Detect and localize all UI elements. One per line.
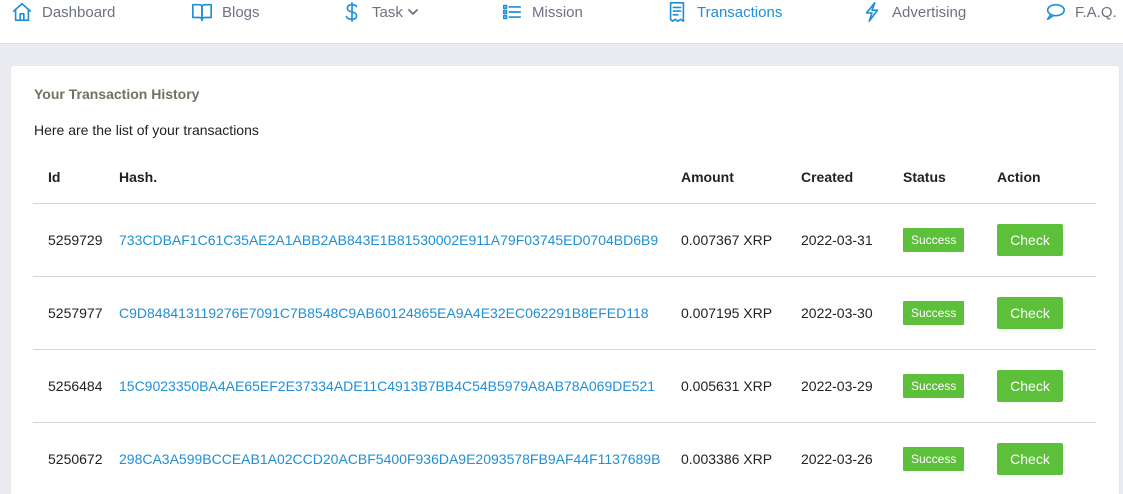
table-row: 5259729 733CDBAF1C61C35AE2A1ABB2AB843E1B… — [33, 203, 1096, 277]
nav-label-dashboard: Dashboard — [42, 3, 116, 21]
table-row: 5257977 C9D848413119276E7091C7B8548C9AB6… — [33, 276, 1096, 350]
nav-label-faq: F.A.Q. — [1075, 3, 1117, 21]
nav-label-transactions: Transactions — [697, 3, 783, 21]
nav-label-advertising: Advertising — [892, 3, 967, 21]
nav-label-blogs: Blogs — [222, 3, 260, 21]
dollar-icon — [340, 0, 364, 24]
nav-item-transactions[interactable]: Transactions — [665, 0, 782, 24]
chat-icon — [1043, 0, 1067, 24]
cell-amount: 0.007367 XRP — [681, 203, 801, 277]
list-icon — [500, 0, 524, 24]
header-amount: Amount — [681, 152, 801, 204]
cell-created: 2022-03-26 — [801, 422, 903, 494]
header-status: Status — [903, 152, 997, 204]
table-row: 5256484 15C9023350BA4AE65EF2E37334ADE11C… — [33, 349, 1096, 423]
check-button[interactable]: Check — [997, 223, 1063, 256]
header-hash: Hash. — [119, 152, 681, 204]
cell-created: 2022-03-30 — [801, 276, 903, 350]
receipt-icon — [665, 0, 689, 24]
transaction-history-card: Your Transaction History Here are the li… — [11, 66, 1119, 494]
status-badge: Success — [903, 300, 965, 325]
check-button[interactable]: Check — [997, 442, 1063, 475]
cell-amount: 0.003386 XRP — [681, 422, 801, 494]
status-badge: Success — [903, 227, 965, 252]
check-button[interactable]: Check — [997, 296, 1063, 329]
nav-item-blogs[interactable]: Blogs — [190, 0, 260, 24]
header-action: Action — [997, 152, 1096, 204]
nav-item-faq[interactable]: F.A.Q. — [1043, 0, 1117, 24]
cell-created: 2022-03-29 — [801, 349, 903, 423]
status-badge: Success — [903, 446, 965, 471]
nav-label-task: Task — [372, 3, 403, 21]
cell-id: 5259729 — [33, 203, 119, 277]
hash-link[interactable]: 733CDBAF1C61C35AE2A1ABB2AB843E1B81530002… — [119, 232, 658, 248]
nav-item-task[interactable]: Task — [340, 0, 419, 24]
check-button[interactable]: Check — [997, 369, 1063, 402]
nav-item-dashboard[interactable]: Dashboard — [10, 0, 115, 24]
nav-label-mission: Mission — [532, 3, 583, 21]
chevron-down-icon — [407, 6, 419, 18]
cell-id: 5250672 — [33, 422, 119, 494]
cell-id: 5257977 — [33, 276, 119, 350]
cell-created: 2022-03-31 — [801, 203, 903, 277]
status-badge: Success — [903, 373, 965, 398]
top-navigation: Dashboard Blogs Task Mission Transaction… — [0, 0, 1123, 44]
cell-id: 5256484 — [33, 349, 119, 423]
transactions-table: Id Hash. Amount Created Status Action 52… — [33, 152, 1096, 494]
table-header-row: Id Hash. Amount Created Status Action — [33, 152, 1096, 204]
hash-link[interactable]: 298CA3A599BCCEAB1A02CCD20ACBF5400F936DA9… — [119, 451, 660, 467]
cell-amount: 0.005631 XRP — [681, 349, 801, 423]
header-created: Created — [801, 152, 903, 204]
nav-item-mission[interactable]: Mission — [500, 0, 583, 24]
lightning-icon — [860, 0, 884, 24]
card-title: Your Transaction History — [34, 86, 200, 102]
hash-link[interactable]: C9D848413119276E7091C7B8548C9AB60124865E… — [119, 305, 649, 321]
cell-amount: 0.007195 XRP — [681, 276, 801, 350]
home-icon — [10, 0, 34, 24]
book-icon — [190, 0, 214, 24]
table-row: 5250672 298CA3A599BCCEAB1A02CCD20ACBF540… — [33, 422, 1096, 494]
nav-item-advertising[interactable]: Advertising — [860, 0, 966, 24]
card-subtitle: Here are the list of your transactions — [34, 122, 259, 138]
header-id: Id — [33, 152, 119, 204]
hash-link[interactable]: 15C9023350BA4AE65EF2E37334ADE11C4913B7BB… — [119, 378, 655, 394]
